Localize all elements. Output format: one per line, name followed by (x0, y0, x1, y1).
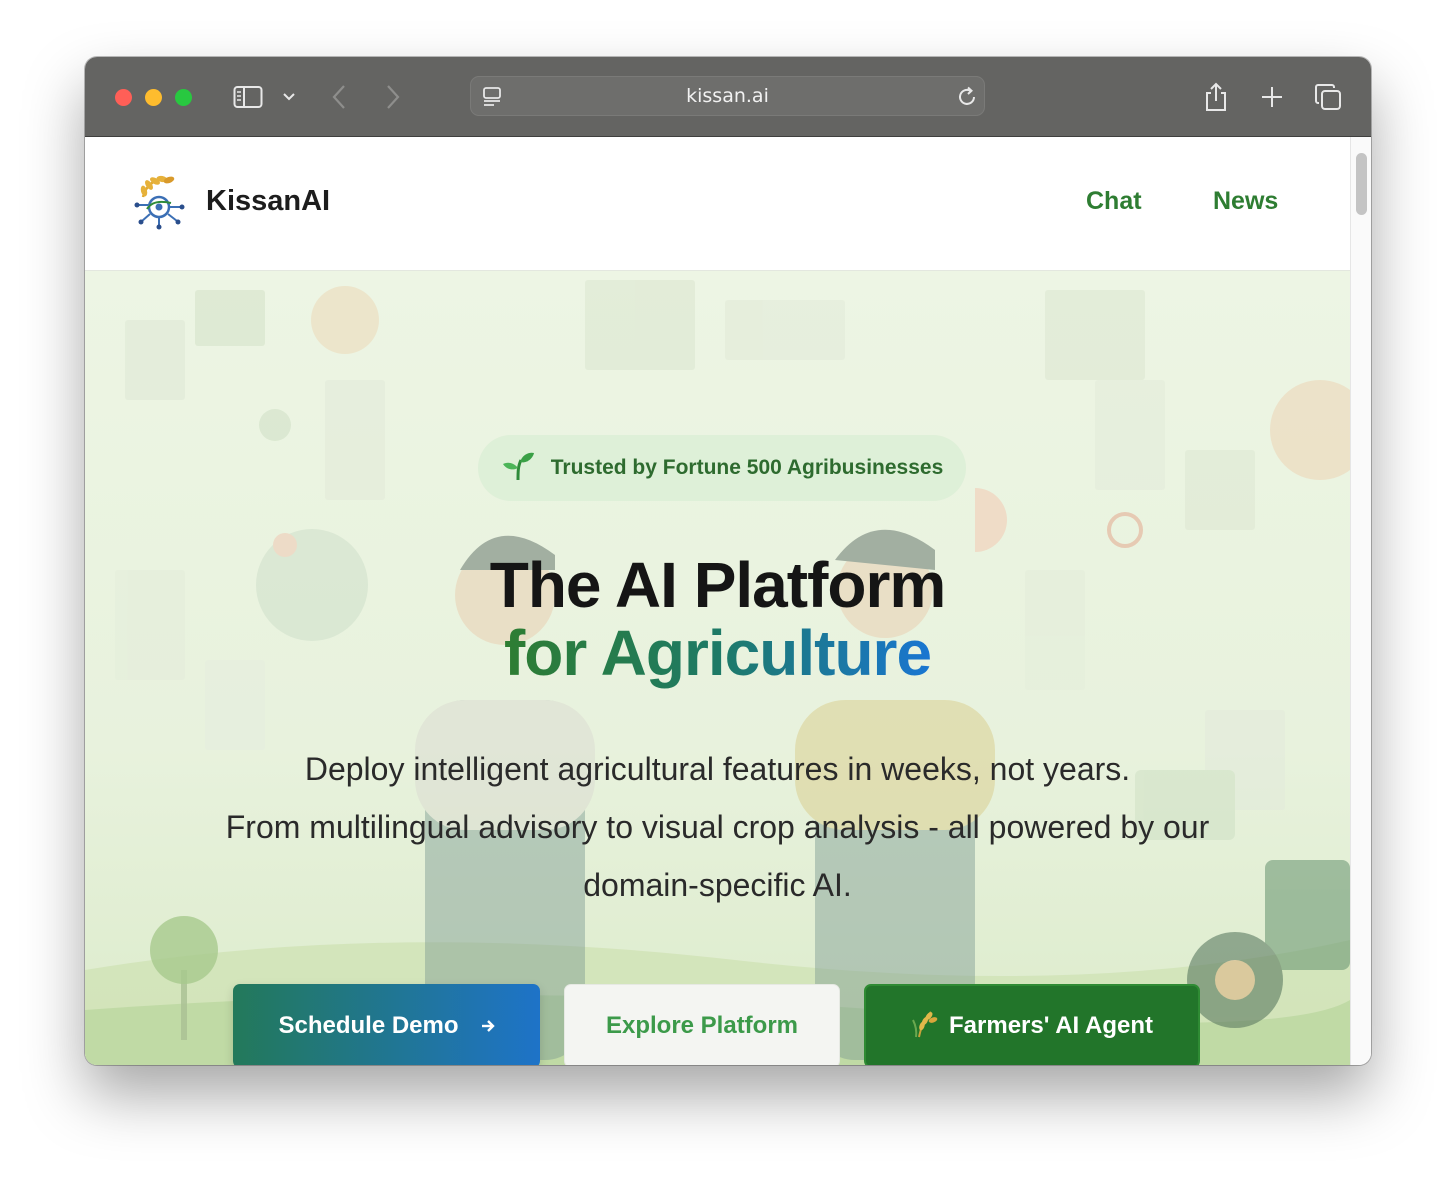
nav-link-chat[interactable]: Chat (1086, 187, 1142, 216)
hero-subtitle-line: Deploy intelligent agricultural features… (304, 751, 1131, 787)
farmers-ai-agent-button[interactable]: Farmers' AI Agent (864, 984, 1200, 1065)
close-window-button[interactable] (115, 89, 132, 106)
new-tab-icon[interactable] (1257, 79, 1287, 115)
url-text[interactable]: kissan.ai (471, 77, 984, 115)
brand-name[interactable]: KissanAI (206, 185, 330, 218)
schedule-demo-button[interactable]: Schedule Demo (233, 984, 540, 1065)
scrollbar-thumb[interactable] (1356, 153, 1367, 215)
seedling-icon (501, 450, 535, 487)
browser-window: kissan.ai KissanAI Chat News Trusted by … (85, 57, 1371, 1065)
browser-toolbar: kissan.ai (85, 57, 1371, 137)
sidebar-toggle-icon[interactable] (231, 79, 265, 115)
hero-title-highlight: for Agriculture (85, 616, 1350, 690)
rice-sheaf-icon (911, 1008, 941, 1045)
address-bar[interactable]: kissan.ai (470, 76, 985, 116)
page-viewport: KissanAI Chat News Trusted by Fortune 50… (85, 137, 1350, 1065)
chevron-down-icon[interactable] (279, 79, 299, 115)
explore-platform-label: Explore Platform (605, 1012, 799, 1039)
hero-subtitle-line: From multilingual advisory to visual cro… (225, 809, 1210, 903)
hero-subtitle: Deploy intelligent agricultural features… (175, 740, 1260, 914)
trust-badge-text: Trusted by Fortune 500 Agribusinesses (550, 456, 944, 479)
forward-icon[interactable] (381, 79, 405, 115)
kissanai-logo-icon[interactable] (133, 175, 189, 233)
farmers-ai-agent-label: Farmers' AI Agent (949, 1012, 1153, 1039)
nav-link-news[interactable]: News (1213, 187, 1278, 216)
hero-title-gradient-text: for Agriculture (503, 617, 932, 689)
site-header: KissanAI Chat News (85, 137, 1350, 271)
zoom-window-button[interactable] (175, 89, 192, 106)
reload-icon[interactable] (954, 79, 980, 115)
schedule-demo-label: Schedule Demo (278, 1012, 459, 1039)
minimize-window-button[interactable] (145, 89, 162, 106)
hero-section: Trusted by Fortune 500 Agribusinesses Th… (85, 270, 1350, 1065)
page-scrollbar[interactable] (1350, 137, 1371, 1065)
share-icon[interactable] (1201, 79, 1231, 115)
hero-title: The AI Platform (489, 549, 947, 621)
explore-platform-button[interactable]: Explore Platform (564, 984, 840, 1065)
back-icon[interactable] (327, 79, 351, 115)
tab-overview-icon[interactable] (1313, 79, 1343, 115)
arrow-right-icon (481, 1012, 495, 1040)
trust-badge: Trusted by Fortune 500 Agribusinesses (478, 435, 966, 501)
